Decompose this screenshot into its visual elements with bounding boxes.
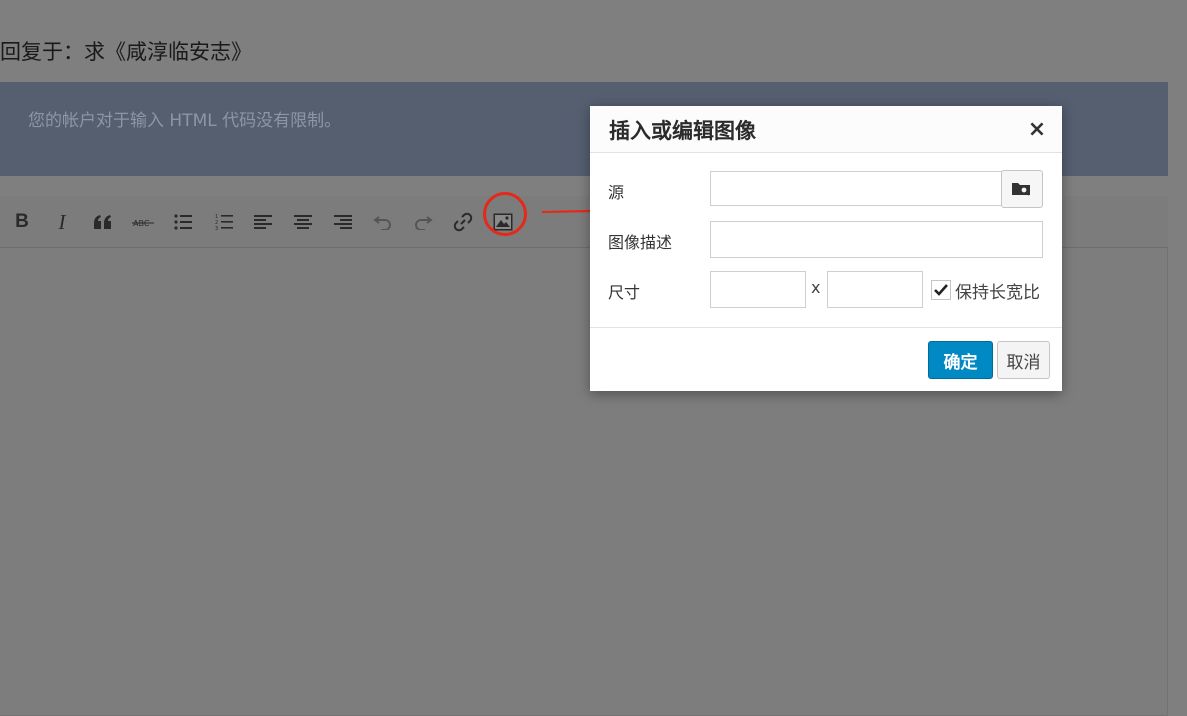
bullet-list-icon[interactable]	[170, 209, 196, 235]
cancel-button[interactable]: 取消	[997, 341, 1050, 379]
browse-button[interactable]	[1001, 170, 1043, 208]
dialog-header: 插入或编辑图像 ×	[590, 106, 1062, 153]
annotation-circle	[483, 192, 527, 236]
align-left-icon[interactable]	[250, 209, 276, 235]
width-input[interactable]	[710, 271, 806, 308]
description-label: 图像描述	[608, 233, 673, 252]
dimension-separator: x	[811, 278, 821, 297]
browse-icon	[1012, 183, 1030, 196]
dialog-title: 插入或编辑图像	[609, 119, 756, 143]
bold-icon[interactable]: B	[9, 209, 35, 235]
keep-ratio-label[interactable]: 保持长宽比	[955, 278, 1040, 303]
blockquote-icon[interactable]	[90, 209, 116, 235]
numbered-list-icon[interactable]: 123	[211, 209, 237, 235]
svg-text:3: 3	[215, 226, 218, 231]
strikethrough-icon[interactable]: ABC	[130, 209, 156, 235]
source-input[interactable]	[710, 171, 1002, 206]
italic-icon[interactable]: I	[49, 209, 75, 235]
undo-icon[interactable]	[370, 209, 396, 235]
height-input[interactable]	[827, 271, 923, 308]
align-right-icon[interactable]	[330, 209, 356, 235]
source-label: 源	[608, 183, 625, 202]
ok-button[interactable]: 确定	[928, 341, 993, 379]
checkmark-icon	[934, 284, 948, 296]
notice-text: 您的帐户对于输入 HTML 代码没有限制。	[28, 111, 342, 131]
dimensions-label: 尺寸	[608, 283, 641, 302]
page-title: 回复于：求《咸淳临安志》	[0, 40, 252, 64]
keep-ratio-checkbox[interactable]	[931, 280, 951, 300]
redo-icon[interactable]	[410, 209, 436, 235]
align-center-icon[interactable]	[290, 209, 316, 235]
description-input[interactable]	[710, 221, 1043, 258]
close-icon[interactable]: ×	[1022, 114, 1052, 144]
insert-image-dialog: 插入或编辑图像 × 源 图像描述 尺寸 x 保持长宽比 确定 取消	[590, 106, 1062, 391]
link-icon[interactable]	[450, 209, 476, 235]
